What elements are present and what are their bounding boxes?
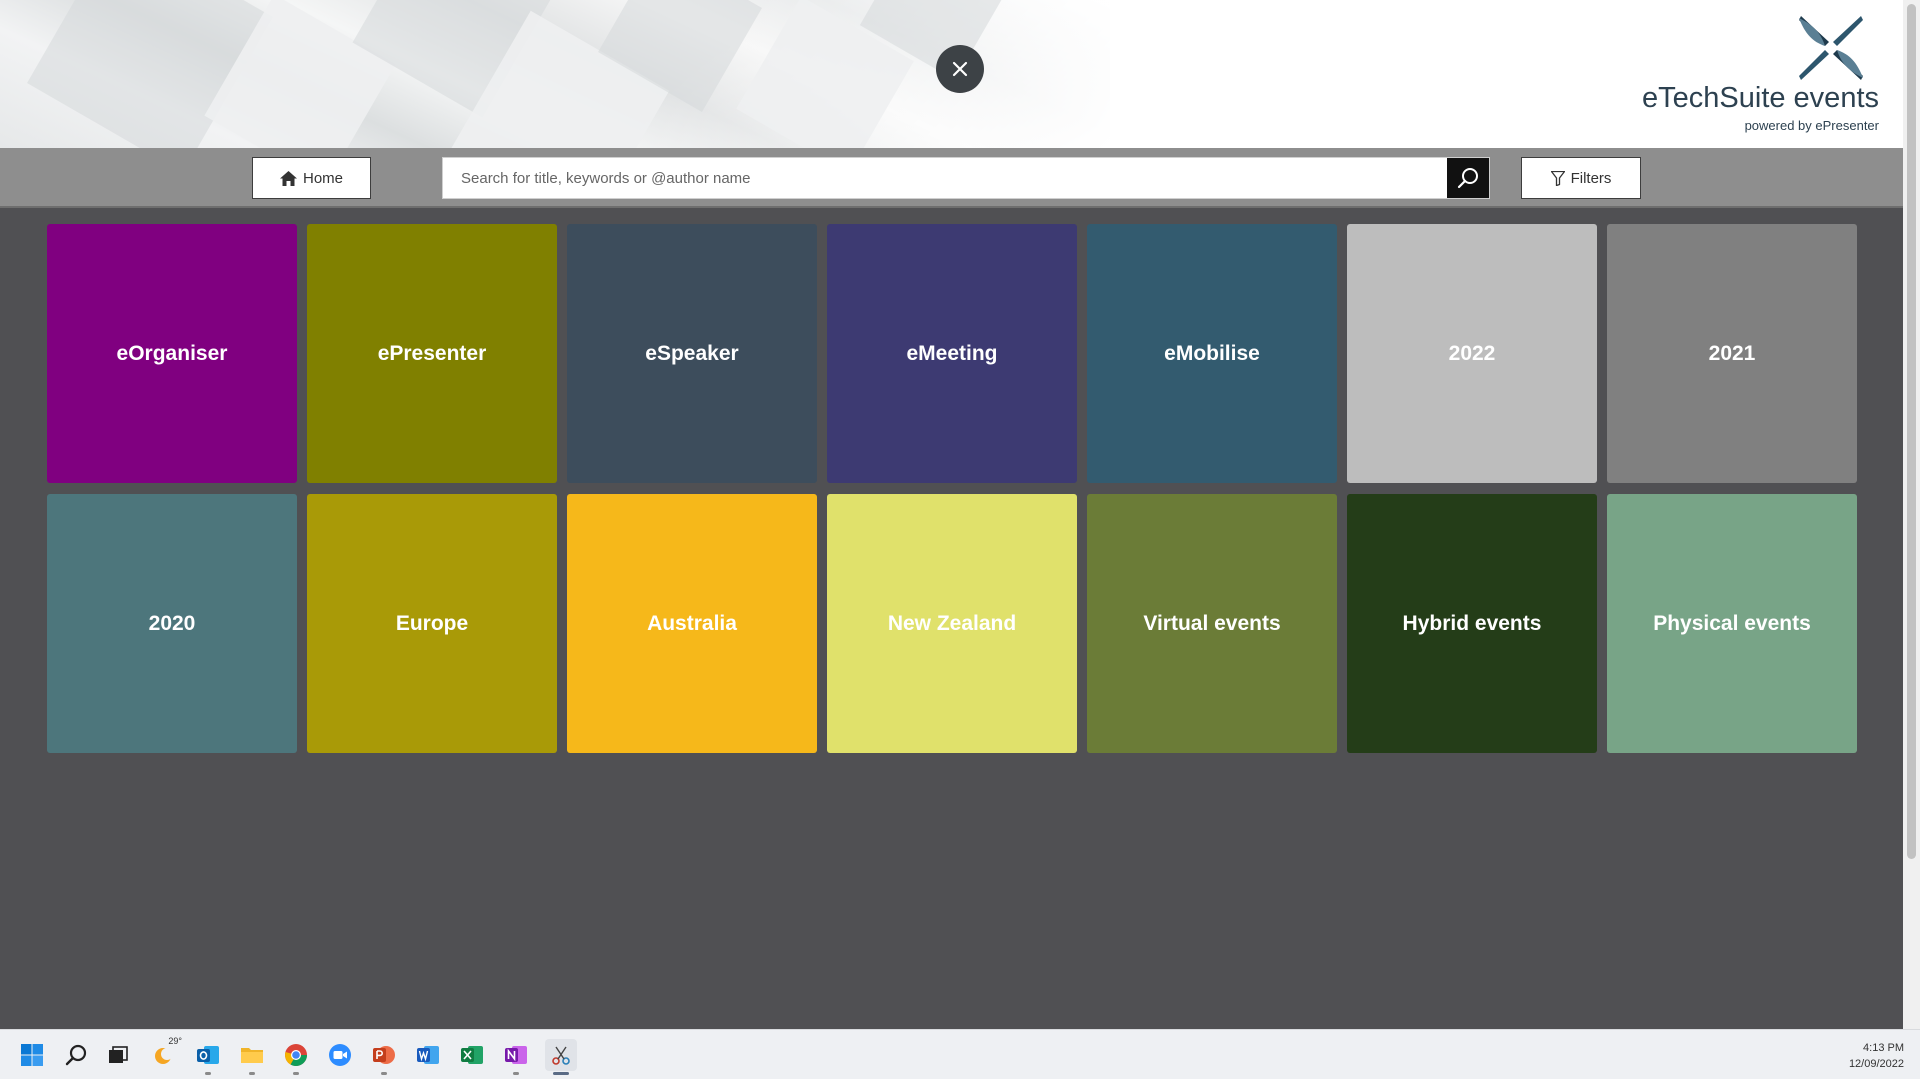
chrome-icon[interactable] <box>280 1039 312 1075</box>
home-icon <box>279 170 297 186</box>
category-tile[interactable]: Australia <box>567 494 817 753</box>
search-button[interactable] <box>1447 158 1489 198</box>
close-button[interactable] <box>936 45 984 93</box>
search-icon[interactable] <box>60 1039 92 1071</box>
outlook-icon[interactable] <box>192 1039 224 1075</box>
category-tile-label: eMobilise <box>1164 341 1260 365</box>
category-tile[interactable]: ePresenter <box>307 224 557 483</box>
category-tile-label: 2020 <box>148 611 196 635</box>
excel-icon[interactable] <box>456 1039 488 1071</box>
category-tile-label: 2021 <box>1708 341 1756 365</box>
category-tile-label: eMeeting <box>906 341 998 365</box>
category-grid: eOrganiser ePresenter eSpeaker eMeeting eMob… <box>47 224 1857 753</box>
category-tile[interactable]: eMeeting <box>827 224 1077 483</box>
search-icon <box>1457 168 1478 189</box>
word-icon[interactable] <box>412 1039 444 1071</box>
filters-button[interactable]: Filters <box>1521 157 1641 199</box>
category-tile[interactable]: eSpeaker <box>567 224 817 483</box>
category-tile[interactable]: New Zealand <box>827 494 1077 753</box>
category-tile-label: eSpeaker <box>645 341 739 365</box>
windows-taskbar: 29° 4:13 PM 12/09/2022 <box>0 1029 1920 1079</box>
category-tile-label: Australia <box>647 611 737 635</box>
task-view-icon[interactable] <box>102 1039 134 1071</box>
zoom-icon[interactable] <box>324 1039 356 1071</box>
category-tile[interactable]: eMobilise <box>1087 224 1337 483</box>
category-tile-label: ePresenter <box>377 341 487 365</box>
filter-icon <box>1550 170 1565 186</box>
search-input[interactable] <box>443 158 1449 198</box>
category-tile[interactable]: Virtual events <box>1087 494 1337 753</box>
etechsuite-logo: eTechSuite events powered by ePresenter <box>1619 10 1879 135</box>
toolbar: Home Filters <box>0 148 1903 208</box>
home-label: Home <box>302 169 343 187</box>
file-explorer-icon[interactable] <box>236 1039 268 1075</box>
page-scrollbar[interactable] <box>1903 0 1920 1029</box>
category-tile[interactable]: Hybrid events <box>1347 494 1597 753</box>
home-button[interactable]: Home <box>252 157 371 199</box>
clock-date: 12/09/2022 <box>1848 1058 1904 1070</box>
clock-time: 4:13 PM <box>1863 1042 1904 1054</box>
filters-label: Filters <box>1570 169 1612 187</box>
logo-title: eTechSuite events <box>1642 82 1879 114</box>
powerpoint-icon[interactable] <box>368 1039 400 1075</box>
weather-temperature: 29° <box>168 1036 182 1046</box>
category-tile[interactable]: Europe <box>307 494 557 753</box>
windows-start-icon[interactable] <box>16 1039 48 1071</box>
category-tile[interactable]: 2021 <box>1607 224 1857 483</box>
category-tile-label: eOrganiser <box>116 341 228 365</box>
category-tile-label: Physical events <box>1653 611 1811 635</box>
search-bar <box>442 157 1490 199</box>
scrollbar-thumb[interactable] <box>1907 4 1916 859</box>
system-clock[interactable]: 4:13 PM 12/09/2022 <box>1849 1040 1904 1072</box>
close-icon <box>952 61 968 77</box>
header-banner: eTechSuite events powered by ePresenter <box>0 0 1903 148</box>
category-tile[interactable]: eOrganiser <box>47 224 297 483</box>
category-tile[interactable]: Physical events <box>1607 494 1857 753</box>
snipping-tool-icon[interactable] <box>545 1039 577 1075</box>
category-tile[interactable]: 2022 <box>1347 224 1597 483</box>
category-tile-label: Hybrid events <box>1402 611 1542 635</box>
category-tile-label: 2022 <box>1448 341 1496 365</box>
logo-mark-icon <box>1799 16 1863 80</box>
main-content: eOrganiser ePresenter eSpeaker eMeeting eMob… <box>0 208 1903 1029</box>
category-tile-label: Europe <box>395 611 469 635</box>
onenote-icon[interactable] <box>500 1039 532 1075</box>
category-tile[interactable]: 2020 <box>47 494 297 753</box>
category-tile-label: Virtual events <box>1143 611 1281 635</box>
weather-icon[interactable]: 29° <box>148 1036 182 1071</box>
category-tile-label: New Zealand <box>887 611 1017 635</box>
logo-subtitle: powered by ePresenter <box>1744 118 1879 133</box>
